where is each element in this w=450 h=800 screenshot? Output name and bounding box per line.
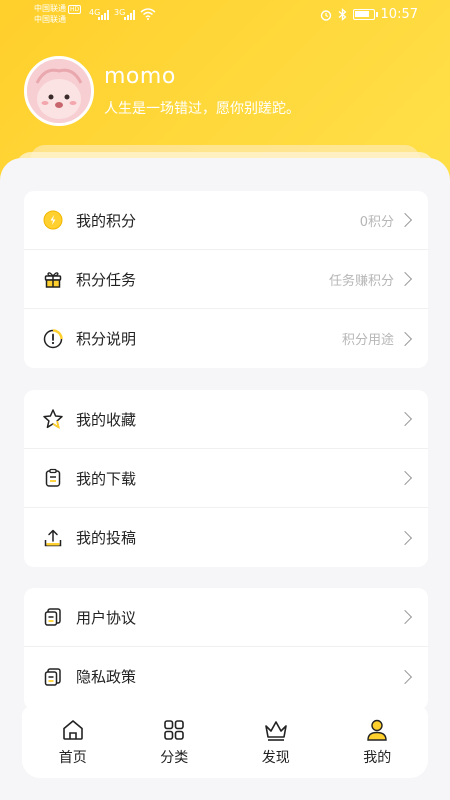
menu-item-value: 任务赚积分: [328, 273, 394, 289]
chevron-right-icon: [397, 669, 413, 684]
carrier-2: 中国联通: [34, 15, 66, 24]
points-card: 我的积分 0积分 积分任务 任务赚积分 积分说明 积分用途: [24, 191, 428, 368]
menu-item-my-points[interactable]: 我的积分 0积分: [24, 191, 428, 250]
menu-item-label: 我的投稿: [76, 529, 137, 547]
menu-item-value: 0积分: [359, 214, 394, 230]
avatar[interactable]: [24, 56, 94, 126]
upload-icon: [42, 527, 64, 549]
home-icon: [60, 717, 86, 743]
menu-item-downloads[interactable]: 我的下载: [24, 449, 428, 508]
nav-label: 分类: [160, 750, 189, 766]
clipboard-icon: [42, 467, 64, 489]
menu-item-label: 我的下载: [76, 469, 137, 488]
signal-bars-icon: [98, 10, 109, 20]
chevron-right-icon: [397, 411, 413, 427]
chevron-right-icon: [397, 212, 413, 228]
bluetooth-icon: [338, 8, 347, 21]
menu-item-value: 积分用途: [341, 333, 394, 348]
document-icon: [42, 666, 64, 688]
menu-item-label: 隐私政策: [76, 668, 137, 686]
menu-item-submissions[interactable]: 我的投稿: [24, 508, 428, 567]
grid-icon: [161, 717, 187, 743]
points-coin-icon: [42, 209, 64, 231]
nav-label: 我的: [363, 750, 392, 766]
carrier-info: 中国联通 HD 中国联通: [34, 3, 82, 25]
nav-label: 首页: [58, 750, 87, 766]
battery-icon: [352, 9, 378, 20]
status-time: 10:57: [380, 7, 418, 22]
username: momo: [104, 64, 176, 89]
menu-item-label: 积分任务: [76, 270, 137, 289]
chevron-right-icon: [397, 331, 413, 346]
chevron-right-icon: [397, 609, 413, 625]
nav-profile[interactable]: 我的: [327, 706, 429, 778]
nav-home[interactable]: 首页: [22, 706, 124, 778]
chevron-right-icon: [397, 271, 413, 287]
star-icon: [42, 408, 64, 430]
crown-icon: [263, 717, 289, 743]
menu-item-label: 我的积分: [76, 211, 137, 230]
menu-item-label: 用户协议: [76, 608, 137, 627]
menu-item-label: 我的收藏: [76, 410, 137, 429]
nav-categories[interactable]: 分类: [124, 706, 226, 778]
hd-badge: HD: [68, 5, 82, 14]
nav-discover[interactable]: 发现: [225, 706, 327, 778]
chevron-right-icon: [397, 530, 413, 545]
bottom-nav: 首页 分类 发现 我的: [22, 706, 428, 778]
menu-item-user-agreement[interactable]: 用户协议: [24, 588, 428, 647]
wifi-icon: [140, 8, 156, 20]
menu-item-favorites[interactable]: 我的收藏: [24, 390, 428, 449]
user-icon: [364, 717, 390, 743]
signal-bars-2-icon: [124, 10, 135, 20]
user-bio: 人生是一场错过，愿你别蹉跎。: [104, 101, 300, 117]
menu-item-label: 积分说明: [76, 330, 137, 348]
menu-item-points-tasks[interactable]: 积分任务 任务赚积分: [24, 250, 428, 309]
legal-card: 用户协议 隐私政策: [24, 588, 428, 710]
status-bar: 中国联通 HD 中国联通 4G 3G 10:57: [0, 0, 450, 30]
nav-label: 发现: [261, 750, 290, 766]
content-card: 我的收藏 我的下载 我的投稿: [24, 390, 428, 567]
info-clock-icon: [42, 328, 64, 350]
carrier-1: 中国联通: [34, 4, 66, 13]
avatar-image: [27, 59, 91, 123]
chevron-right-icon: [397, 470, 413, 486]
gift-icon: [42, 268, 64, 290]
document-icon: [42, 606, 64, 628]
menu-item-privacy-policy[interactable]: 隐私政策: [24, 647, 428, 706]
alarm-icon: [320, 9, 331, 21]
menu-item-points-info[interactable]: 积分说明 积分用途: [24, 309, 428, 368]
